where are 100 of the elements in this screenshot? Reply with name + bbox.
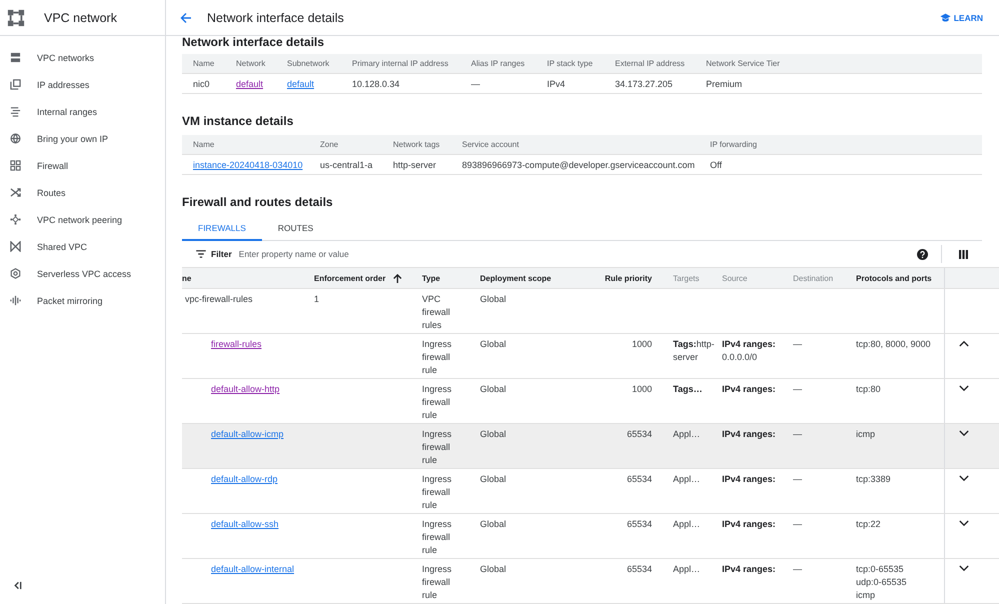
table-cell: Global — [480, 474, 506, 484]
sidebar-item[interactable]: IP addresses — [0, 71, 165, 98]
table-cell: 893896966973-compute@developer.gserviceaccount.com — [462, 160, 695, 170]
table-cell: Tags:http-server — [673, 339, 714, 362]
column-header: IP stack type — [547, 59, 593, 68]
table-cell: 1000 — [632, 339, 652, 349]
page-title: Network interface details — [207, 10, 344, 24]
link[interactable]: instance-20240418-034010 — [193, 160, 303, 170]
sidebar-item[interactable]: Packet mirroring — [0, 287, 165, 314]
tab[interactable]: ROUTES — [262, 216, 330, 241]
table-cell: Global — [480, 564, 506, 574]
link[interactable]: default-allow-http — [211, 384, 280, 394]
table-cell: IPv4 ranges: 0.0.0.0/0 — [722, 339, 776, 362]
app-title: VPC network — [44, 10, 117, 24]
link[interactable]: default — [287, 78, 314, 88]
network-nodes-icon — [7, 8, 25, 26]
column-header: Name — [193, 59, 214, 68]
sidebar-item[interactable]: Firewall — [0, 152, 165, 179]
chevron-icon[interactable] — [958, 385, 968, 392]
column-header: Source — [722, 274, 748, 282]
table-cell: Appl… — [673, 564, 700, 574]
globe-icon — [10, 133, 21, 144]
tab[interactable]: FIREWALLS — [182, 216, 262, 241]
table-cell: IPv4 — [547, 78, 566, 88]
hexagon-icon — [10, 268, 21, 279]
waveform-icon — [10, 295, 21, 306]
column-header: Destination — [793, 274, 834, 282]
link[interactable]: default — [236, 78, 264, 88]
link[interactable]: default-allow-internal — [211, 564, 294, 574]
column-header: Targets — [673, 274, 700, 282]
table-cell: Global — [480, 294, 506, 304]
column-header: Protocols and ports — [856, 274, 932, 282]
up-arrow-icon[interactable] — [392, 274, 402, 282]
link[interactable]: firewall-rules — [211, 339, 262, 349]
column-header: IP forwarding — [710, 140, 757, 149]
table-cell: 1 — [314, 294, 320, 304]
sidebar-item[interactable]: Shared VPC — [0, 233, 165, 260]
table-cell: 10.128.0.34 — [352, 78, 400, 88]
chevron-icon[interactable] — [958, 565, 968, 572]
table-cell-text: tcp:22 — [856, 518, 882, 531]
columns-icon[interactable] — [959, 250, 968, 258]
link[interactable]: default-allow-ssh — [211, 519, 279, 529]
sidebar-item[interactable]: VPC network peering — [0, 206, 165, 233]
server-rack-icon — [10, 52, 21, 63]
table-cell-text: udp:0-65535 — [856, 576, 908, 589]
table-cell: 34.173.27.205 — [615, 78, 673, 88]
table-cell: — — [793, 519, 802, 529]
back-arrow-icon — [180, 12, 192, 24]
diamond-nodes-icon — [10, 214, 21, 225]
help-icon[interactable] — [917, 248, 928, 260]
table-cell-text: tcp:3389 — [856, 473, 892, 486]
table-cell: Ingress firewall rule — [422, 429, 452, 465]
table-cell-text: tcp:80, 8000, 9000 — [856, 338, 932, 351]
table-cell: IPv4 ranges: — [722, 519, 776, 529]
learn-button[interactable]: LEARN — [936, 10, 987, 24]
column-header: Alias IP ranges — [471, 59, 525, 68]
filter-field[interactable]: Enter property name or value — [236, 248, 441, 260]
table-cell: 65534 — [626, 564, 652, 574]
column-header: Subnetwork — [287, 59, 330, 68]
chevron-icon[interactable] — [958, 340, 968, 347]
column-header: Type — [422, 274, 440, 282]
collapse-icon — [12, 580, 22, 590]
chevron-icon[interactable] — [958, 430, 968, 437]
table-cell: IPv4 ranges: — [722, 429, 776, 439]
table-cell: vpc-firewall-rules — [185, 294, 253, 304]
sidebar-item[interactable]: Serverless VPC access — [0, 260, 165, 287]
chevron-icon[interactable] — [958, 520, 968, 527]
column-header: Network tags — [393, 140, 440, 149]
table-cell: — — [793, 429, 802, 439]
shuffle-arrows-icon — [10, 187, 21, 198]
column-header: Rule priority — [604, 274, 652, 282]
filter-label: Filter — [211, 249, 232, 259]
column-header: Deployment scope — [480, 274, 552, 282]
table-cell: Ingress firewall rule — [422, 474, 452, 510]
table-cell: — — [793, 384, 802, 394]
column-header: Name — [193, 140, 214, 149]
grid-icon — [10, 160, 21, 171]
section-title: Network interface details — [182, 36, 326, 49]
table-cell-text: icmp — [856, 589, 876, 602]
table-cell: Appl… — [673, 474, 700, 484]
table-cell: 65534 — [626, 519, 652, 529]
table-cell: VPC firewall rules — [422, 294, 450, 330]
link[interactable]: default-allow-rdp — [211, 474, 278, 484]
sidebar-item[interactable]: Internal ranges — [0, 98, 165, 125]
table-cell: Appl… — [673, 519, 700, 529]
sidebar-item[interactable]: VPC networks — [0, 44, 165, 71]
table-cell: Ingress firewall rule — [422, 384, 452, 420]
sidebar-item[interactable]: Routes — [0, 179, 165, 206]
column-header: Service account — [462, 140, 519, 149]
link[interactable]: default-allow-icmp — [211, 429, 284, 439]
chevron-icon[interactable] — [958, 475, 968, 482]
table-cell: us-central1-a — [320, 160, 373, 170]
table-cell: — — [793, 564, 802, 574]
column-header: Network — [236, 59, 266, 68]
table-cell: — — [793, 474, 802, 484]
column-header: Enforcement order — [314, 274, 386, 282]
sidebar-item[interactable]: Bring your own IP — [0, 125, 165, 152]
stacked-lines-icon — [10, 106, 21, 117]
column-header: Network Service Tier — [706, 59, 780, 68]
table-cell: Global — [480, 519, 506, 529]
